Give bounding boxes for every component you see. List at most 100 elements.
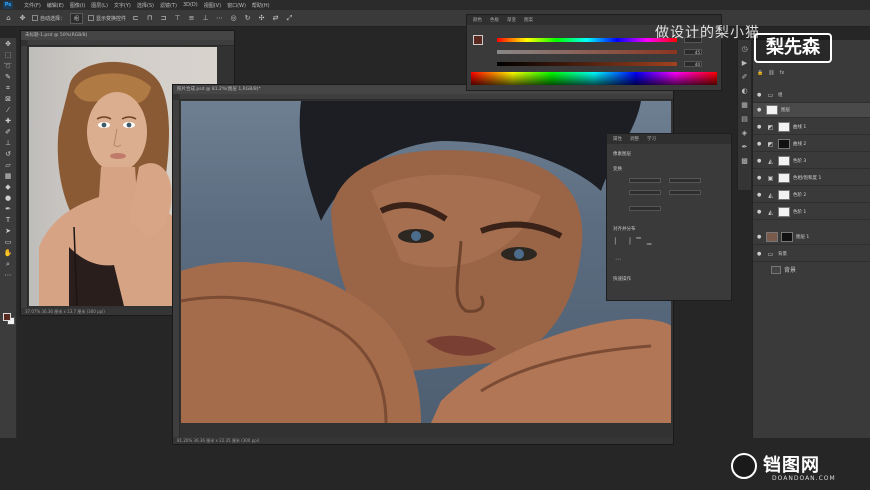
3d-scale-icon[interactable]: ⤢ <box>285 14 294 23</box>
channels-icon[interactable]: ◈ <box>741 129 749 137</box>
menu-layer[interactable]: 图层(L) <box>91 2 108 9</box>
menu-help[interactable]: 帮助(H) <box>252 2 270 9</box>
history-icon[interactable]: ◷ <box>741 45 749 53</box>
3d-mode-icon[interactable]: ◎ <box>229 14 238 23</box>
visibility-eye-icon[interactable]: ● <box>757 175 763 181</box>
tab-properties[interactable]: 属性 <box>613 136 622 142</box>
styles-icon[interactable]: ▦ <box>741 101 749 109</box>
lock-icon[interactable]: 🔒 <box>757 70 763 78</box>
layers-icon[interactable]: ▤ <box>741 115 749 123</box>
tab-swatches[interactable]: 色板 <box>490 17 499 23</box>
angle-field[interactable] <box>629 206 661 211</box>
swatches-icon[interactable]: ▩ <box>741 157 749 165</box>
visibility-eye-icon[interactable]: ● <box>757 92 763 98</box>
document-window-2[interactable]: 照片合成.psd @ 81.2%(图层 1,RGB/8)* 81.20% 36.… <box>172 84 674 445</box>
saturation-slider[interactable] <box>497 50 677 54</box>
align-top-icon[interactable]: ⊤ <box>173 14 182 23</box>
menu-image[interactable]: 图像(I) <box>70 2 85 9</box>
link-icon[interactable]: ⛓ <box>768 70 774 78</box>
menu-select[interactable]: 选择(S) <box>137 2 154 9</box>
marquee-tool-icon[interactable]: ⬚ <box>3 51 13 59</box>
tab-patterns[interactable]: 图案 <box>524 17 533 23</box>
zoom-tool-icon[interactable]: ⌕ <box>3 260 13 268</box>
visibility-eye-icon[interactable]: ● <box>757 141 763 147</box>
distribute-icon[interactable]: ⋯ <box>215 14 224 23</box>
3d-slide-icon[interactable]: ⇄ <box>271 14 280 23</box>
photoshop-logo-icon[interactable]: Ps <box>3 1 13 9</box>
pen-tool-icon[interactable]: ✒ <box>3 205 13 213</box>
visibility-eye-icon[interactable]: ● <box>757 107 763 113</box>
document-tab-1[interactable]: 未标题-1.psd @ 50%(RGB/8) <box>21 31 234 40</box>
width-field[interactable] <box>629 178 661 183</box>
transform-section[interactable]: 变换 <box>613 166 622 172</box>
type-tool-icon[interactable]: T <box>3 216 13 224</box>
gradient-tool-icon[interactable]: ▦ <box>3 172 13 180</box>
shape-tool-icon[interactable]: ▭ <box>3 238 13 246</box>
tab-learn[interactable]: 学习 <box>647 136 656 142</box>
align-icons[interactable]: ▏▕▔▁ <box>615 238 715 246</box>
dodge-tool-icon[interactable]: ● <box>3 194 13 202</box>
paths-icon[interactable]: ✒ <box>741 143 749 151</box>
history-brush-tool-icon[interactable]: ↺ <box>3 150 13 158</box>
align-bottom-icon[interactable]: ⊥ <box>201 14 210 23</box>
fx-icon[interactable]: fx <box>780 70 785 78</box>
layer-row[interactable]: ● ◩ 曲线 2 <box>753 137 870 152</box>
move-tool-icon[interactable]: ✥ <box>18 14 27 23</box>
frame-tool-icon[interactable]: ⊠ <box>3 95 13 103</box>
brush-tool-icon[interactable]: ✐ <box>3 128 13 136</box>
menu-type[interactable]: 文字(Y) <box>114 2 131 9</box>
layer-row[interactable]: ● ▣ 色相/饱和度 1 <box>753 171 870 186</box>
menu-file[interactable]: 文件(F) <box>24 2 41 9</box>
foreground-color-swatch[interactable] <box>3 313 11 321</box>
align-section[interactable]: 对齐并分布 <box>613 226 636 232</box>
menu-filter[interactable]: 滤镜(T) <box>160 2 177 9</box>
brightness-slider[interactable] <box>497 62 677 66</box>
tab-adjustments[interactable]: 调整 <box>630 136 639 142</box>
saturation-value[interactable]: 45 <box>684 49 702 55</box>
auto-select-checkbox[interactable]: 自动选择： <box>32 15 65 22</box>
auto-select-dropdown[interactable]: 组 <box>70 12 84 24</box>
layer-row[interactable]: ● ▭ 组 <box>753 88 870 103</box>
3d-rotate-icon[interactable]: ↻ <box>243 14 252 23</box>
visibility-eye-icon[interactable]: ● <box>757 192 763 198</box>
path-select-tool-icon[interactable]: ➤ <box>3 227 13 235</box>
show-transform-checkbox[interactable]: 显示变换控件 <box>88 15 126 22</box>
align-left-icon[interactable]: ⊏ <box>131 14 140 23</box>
hand-tool-icon[interactable]: ✋ <box>3 249 13 257</box>
quick-select-tool-icon[interactable]: ✎ <box>3 73 13 81</box>
home-icon[interactable]: ⌂ <box>4 14 13 23</box>
crop-tool-icon[interactable]: ⌗ <box>3 84 13 92</box>
align-center-icon[interactable]: ⊓ <box>145 14 154 23</box>
layer-row[interactable]: ● 图层 1 <box>753 230 870 245</box>
tab-gradients[interactable]: 渐变 <box>507 17 516 23</box>
layer-row[interactable]: ● ◩ 曲线 1 <box>753 120 870 135</box>
menu-window[interactable]: 窗口(W) <box>227 2 246 9</box>
clone-stamp-tool-icon[interactable]: ⊥ <box>3 139 13 147</box>
y-field[interactable] <box>669 190 701 195</box>
blur-tool-icon[interactable]: ◆ <box>3 183 13 191</box>
align-middle-icon[interactable]: ≡ <box>187 14 196 23</box>
layer-row[interactable]: ● ◭ 色阶 1 <box>753 205 870 220</box>
height-field[interactable] <box>629 190 661 195</box>
quick-actions-section[interactable]: 快速操作 <box>613 276 631 282</box>
actions-icon[interactable]: ▶ <box>741 59 749 67</box>
hue-slider[interactable] <box>497 38 677 42</box>
visibility-eye-icon[interactable]: ● <box>757 158 763 164</box>
visibility-eye-icon[interactable]: ● <box>757 234 763 240</box>
menu-edit[interactable]: 编辑(E) <box>47 2 64 9</box>
layer-row-selected[interactable]: ● 图层 <box>753 103 870 118</box>
distribute-icons[interactable]: ⋯ <box>615 256 715 264</box>
move-tool-icon[interactable]: ✥ <box>3 40 13 48</box>
healing-brush-tool-icon[interactable]: ✚ <box>3 117 13 125</box>
menu-3d[interactable]: 3D(D) <box>183 2 198 8</box>
brightness-value[interactable]: 40 <box>684 61 702 67</box>
3d-pan-icon[interactable]: ✣ <box>257 14 266 23</box>
layer-row[interactable]: ● ◭ 色阶 2 <box>753 188 870 203</box>
x-field[interactable] <box>669 178 701 183</box>
background-layer-row[interactable]: 背景 <box>767 262 867 277</box>
layer-row[interactable]: ● ▭ 背景 <box>753 247 870 262</box>
foreground-color-swatch[interactable] <box>473 35 483 45</box>
visibility-eye-icon[interactable]: ● <box>757 124 763 130</box>
eyedropper-tool-icon[interactable]: ⁄ <box>3 106 13 114</box>
align-right-icon[interactable]: ⊐ <box>159 14 168 23</box>
